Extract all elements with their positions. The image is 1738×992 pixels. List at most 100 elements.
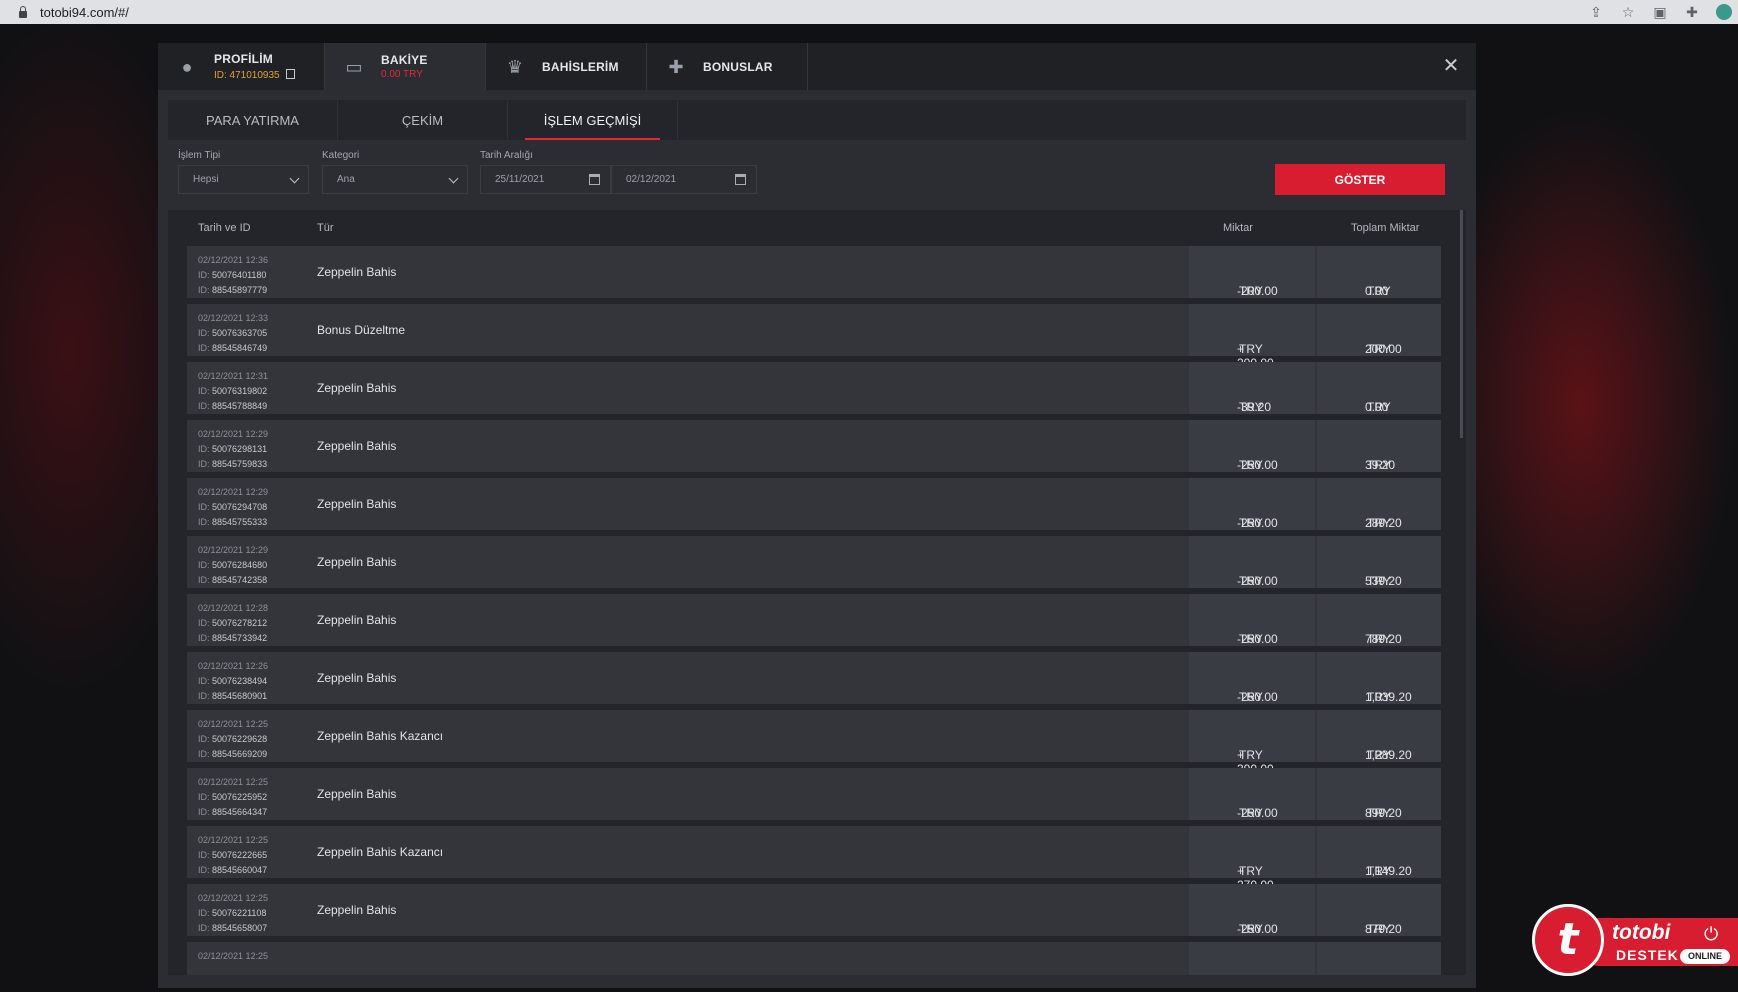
row-total: 789.20 TRY (1317, 594, 1441, 646)
table-row[interactable]: 02/12/2021 12:25 ID: 50076229628 ID: 88545… (187, 710, 1441, 776)
table-row[interactable]: 02/12/2021 12:33 ID: 50076363705 ID: 88545… (187, 304, 1441, 370)
row-type: Zeppelin Bahis Kazancı (317, 845, 444, 859)
account-modal: ● PROFİLİM ID: 471010935 ▭ BAKİYE 0.00 T… (158, 43, 1476, 988)
table-row[interactable]: 02/12/2021 12:31 ID: 50076319802 ID: 88545… (187, 362, 1441, 414)
browser-profile-avatar[interactable] (1716, 4, 1732, 20)
type-select[interactable]: Hepsi (178, 165, 309, 194)
row-total: 539.20 TRY (1317, 536, 1441, 588)
row-type: Zeppelin Bahis (317, 671, 397, 685)
table-row[interactable]: 02/12/2021 12:25 ID: 50076221108 ID: 88545… (187, 884, 1441, 936)
row-date: 02/12/2021 12:25 (198, 719, 269, 729)
row-id-2: ID: 88545788849 (198, 401, 268, 411)
table-row[interactable]: 02/12/2021 12:36 ID: 50076401180 ID: 88545… (187, 246, 1441, 298)
close-icon[interactable]: ✕ (1440, 55, 1462, 77)
row-date-id: 02/12/2021 12:25 ID: 50076222665 ID: 88545… (198, 833, 268, 878)
support-status-badge: ONLINE (1680, 949, 1730, 964)
show-button[interactable]: GÖSTER (1275, 164, 1445, 195)
row-date: 02/12/2021 12:28 (198, 603, 269, 613)
row-id-1: ID: 50076225952 (198, 792, 268, 802)
row-id-1: ID: 50076221108 (198, 908, 267, 918)
power-icon: ⏻ (1704, 924, 1719, 944)
table-row[interactable]: 02/12/2021 12:28 ID: 50076278212 ID: 88545… (187, 594, 1441, 646)
table-row[interactable]: 02/12/2021 12:29 ID: 50076294708 ID: 88545… (187, 478, 1441, 530)
row-date-id: 02/12/2021 12:25 ID: 50076225952 ID: 88545… (198, 775, 268, 820)
topnav-bets[interactable]: ♛ BAHİSLERİM (486, 43, 647, 90)
row-amount: -250.00 TRY (1189, 652, 1315, 704)
table-row[interactable]: 02/12/2021 12:25 ID: 50076225952 ID: 88545… (187, 768, 1441, 820)
row-date-id: 02/12/2021 12:36 ID: 50076401180 ID: 88545… (198, 253, 268, 298)
col-date-id: Tarih ve ID (198, 222, 251, 234)
table-scrollbar[interactable] (1460, 210, 1463, 438)
topnav-balance[interactable]: ▭ BAKİYE 0.00 TRY (325, 43, 486, 90)
profile-id: ID: 471010935 (214, 68, 295, 81)
table-row[interactable]: 02/12/2021 12:29 ID: 50076298131 ID: 88545… (187, 420, 1441, 472)
row-id-1: ID: 50076363705 (198, 328, 268, 338)
row-id-1: ID: 50076401180 (198, 270, 267, 280)
copy-icon[interactable] (285, 69, 295, 79)
tab-deposit[interactable]: PARA YATIRMA (168, 100, 338, 140)
row-type: Zeppelin Bahis (317, 613, 397, 627)
row-date: 02/12/2021 12:33 (198, 313, 269, 323)
calendar-icon[interactable] (589, 174, 600, 185)
star-icon[interactable]: ☆ (1620, 4, 1636, 20)
table-row[interactable]: 02/12/2021 12:29 ID: 50076284680 ID: 88545… (187, 536, 1441, 588)
row-date-id: 02/12/2021 12:29 ID: 50076298131 ID: 88545… (198, 427, 268, 472)
row-amount: -250.00 TRY (1189, 768, 1315, 820)
row-total: 1,289.20 TRY (1317, 710, 1441, 762)
balance-value: 0.00 TRY (381, 69, 423, 80)
row-id-1: ID: 50076222665 (198, 850, 268, 860)
row-id-2: ID: 88545897779 (198, 285, 268, 295)
row-id-2: ID: 88545660047 (198, 865, 268, 875)
row-type: Bonus Düzeltme (317, 323, 406, 337)
row-id-2: ID: 88545755333 (198, 517, 268, 527)
row-id-2: ID: 88545846749 (198, 343, 268, 353)
row-date: 02/12/2021 12:25 (198, 893, 269, 903)
support-brand: totobi (1612, 921, 1671, 944)
row-date-id: 02/12/2021 12:29 ID: 50076284680 ID: 88545… (198, 543, 268, 588)
row-date: 02/12/2021 12:29 (198, 487, 269, 497)
type-select-value: Hepsi (193, 174, 219, 185)
row-date: 02/12/2021 12:36 (198, 255, 269, 265)
row-type: Zeppelin Bahis (317, 497, 397, 511)
row-amount: + 390.00 TRY (1189, 710, 1315, 776)
row-total: 0.00 TRY (1317, 246, 1441, 298)
category-select-value: Ana (337, 174, 355, 185)
wallet-icon: ▭ (345, 56, 363, 77)
chevron-down-icon (289, 173, 300, 184)
tab-transaction-history[interactable]: İŞLEM GEÇMİŞİ (508, 100, 678, 140)
transaction-tabs: PARA YATIRMA ÇEKİM İŞLEM GEÇMİŞİ (168, 100, 1466, 140)
puzzle-icon[interactable]: ✚ (1684, 4, 1700, 20)
share-icon[interactable]: ⇪ (1588, 4, 1604, 20)
table-row[interactable]: 02/12/2021 12:25 (187, 942, 1441, 975)
category-select[interactable]: Ana (322, 165, 468, 194)
row-total: 289.20 TRY (1317, 478, 1441, 530)
topnav-profile[interactable]: ● PROFİLİM ID: 471010935 (158, 43, 325, 90)
row-id-1: ID: 50076229628 (198, 734, 268, 744)
row-date: 02/12/2021 12:31 (198, 371, 269, 381)
row-date-id: 02/12/2021 12:29 ID: 50076294708 ID: 88545… (198, 485, 268, 530)
date-to-input[interactable]: 02/12/2021 (611, 165, 757, 194)
row-type: Zeppelin Bahis (317, 381, 397, 395)
table-row[interactable]: 02/12/2021 12:26 ID: 50076238494 ID: 88545… (187, 652, 1441, 704)
browser-address-bar: totobi94.com/#/ ⇪ ☆ ▣ ✚ (0, 0, 1738, 24)
calendar-icon[interactable] (735, 174, 746, 185)
row-id-2: ID: 88545669209 (198, 749, 268, 759)
table-row[interactable]: 02/12/2021 12:25 ID: 50076222665 ID: 88545… (187, 826, 1441, 892)
row-amount (1189, 942, 1315, 975)
browser-url[interactable]: totobi94.com/#/ (40, 5, 129, 20)
row-id-1: ID: 50076238494 (198, 676, 268, 686)
row-id-2: ID: 88545658007 (198, 923, 268, 933)
row-date-id: 02/12/2021 12:33 ID: 50076363705 ID: 88545… (198, 311, 268, 356)
bets-label: BAHİSLERİM (542, 59, 619, 74)
profile-label: PROFİLİM (214, 52, 273, 66)
row-amount: -200.00 TRY (1189, 246, 1315, 298)
topnav-bonuses[interactable]: ✚ BONUSLAR (647, 43, 808, 90)
support-widget[interactable]: t totobi ⏻ DESTEK ONLINE (1532, 904, 1738, 988)
row-total: 39.20 TRY (1317, 420, 1441, 472)
row-amount: -250.00 TRY (1189, 594, 1315, 646)
row-date: 02/12/2021 12:29 (198, 429, 269, 439)
row-total: 1,039.20 TRY (1317, 652, 1441, 704)
extension-icon[interactable]: ▣ (1652, 4, 1668, 20)
tab-withdraw[interactable]: ÇEKİM (338, 100, 508, 140)
date-from-input[interactable]: 25/11/2021 (480, 165, 611, 194)
